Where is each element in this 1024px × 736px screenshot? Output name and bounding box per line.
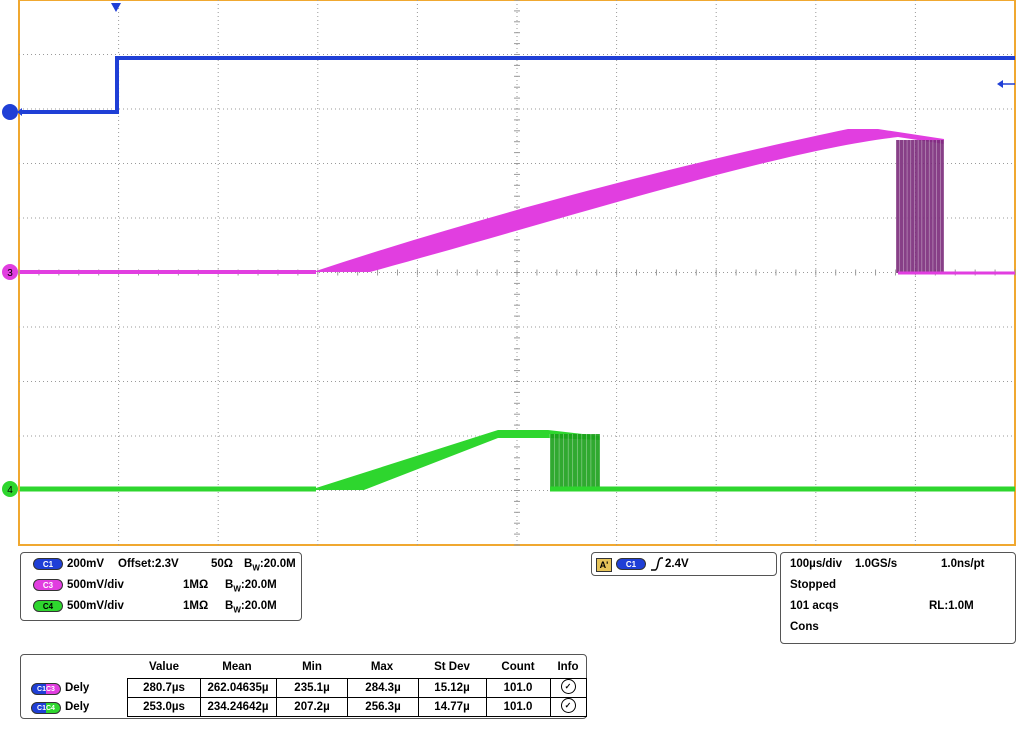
row2-name: Dely bbox=[65, 701, 90, 713]
col-mean-header: Mean bbox=[222, 661, 252, 673]
c1-badge[interactable]: C1 bbox=[33, 558, 63, 570]
trigger-level: 2.4V bbox=[665, 558, 689, 570]
row2-source-badge: C1C4 bbox=[31, 702, 61, 714]
c1-scale: 200mV bbox=[67, 558, 105, 570]
acquisition-mode: Cons bbox=[790, 621, 819, 633]
row1-min: 235.1µ bbox=[294, 682, 330, 694]
row1-max: 284.3µ bbox=[365, 682, 401, 694]
row2-value: 253.0µs bbox=[143, 701, 185, 713]
table-divider bbox=[127, 678, 587, 679]
table-divider bbox=[550, 678, 551, 717]
row1-value: 280.7µs bbox=[143, 682, 185, 694]
c4-impedance: 1MΩ bbox=[183, 600, 209, 612]
measurements-panel: Value Mean Min Max St Dev Count Info C1C… bbox=[20, 654, 587, 719]
c3-bandwidth: BW:20.0M bbox=[225, 579, 277, 594]
row2-max: 256.3µ bbox=[365, 701, 401, 713]
col-min-header: Min bbox=[302, 661, 322, 673]
col-max-header: Max bbox=[370, 661, 394, 673]
ch3-ground-marker[interactable]: 3 bbox=[2, 264, 18, 280]
row2-info[interactable]: ✓ bbox=[550, 698, 586, 713]
acquisition-count: 101 acqs bbox=[790, 600, 839, 612]
table-divider bbox=[127, 678, 128, 717]
row1-stdev: 15.12µ bbox=[434, 682, 470, 694]
table-divider bbox=[418, 678, 419, 717]
svg-text:3: 3 bbox=[7, 268, 13, 279]
sample-rate: 1.0GS/s bbox=[855, 558, 898, 570]
row1-name: Dely bbox=[65, 682, 90, 694]
table-divider bbox=[127, 697, 587, 698]
row2-stdev: 14.77µ bbox=[434, 701, 470, 713]
table-divider bbox=[200, 678, 201, 717]
c1-bandwidth: BW:20.0M bbox=[244, 558, 296, 573]
row2-min: 207.2µ bbox=[294, 701, 330, 713]
info-icon[interactable]: ✓ bbox=[560, 679, 576, 694]
timebase-panel[interactable]: 100µs/div 1.0GS/s 1.0ns/pt Stopped 101 a… bbox=[780, 552, 1016, 644]
trigger-source-badge[interactable]: C1 bbox=[616, 558, 646, 570]
ch4-ground-marker[interactable]: 4 bbox=[2, 481, 18, 497]
table-divider bbox=[486, 678, 487, 717]
svg-text:4: 4 bbox=[7, 485, 13, 496]
col-value-header: Value bbox=[148, 661, 180, 673]
c4-scale: 500mV/div bbox=[67, 600, 124, 612]
c1-impedance: 50Ω bbox=[211, 558, 234, 570]
point-resolution: 1.0ns/pt bbox=[941, 558, 985, 570]
row1-info[interactable]: ✓ bbox=[550, 679, 586, 694]
c3-badge[interactable]: C3 bbox=[33, 579, 63, 591]
waveform-display[interactable]: 3 4 bbox=[0, 0, 1024, 548]
col-info-header: Info bbox=[557, 661, 579, 673]
col-stdev-header: St Dev bbox=[434, 661, 470, 673]
trigger-panel[interactable]: A' C1 2.4V bbox=[591, 552, 777, 576]
table-divider bbox=[276, 678, 277, 717]
info-icon[interactable]: ✓ bbox=[560, 698, 576, 713]
col-count-header: Count bbox=[501, 661, 535, 673]
c3-impedance: 1MΩ bbox=[183, 579, 209, 591]
time-per-div: 100µs/div bbox=[790, 558, 843, 570]
table-divider bbox=[586, 678, 587, 717]
acquisition-state: Stopped bbox=[790, 579, 836, 591]
row1-count: 101.0 bbox=[503, 682, 533, 694]
row1-source-badge: C1C3 bbox=[31, 683, 61, 695]
row2-count: 101.0 bbox=[503, 701, 533, 713]
trigger-type-badge: A' bbox=[596, 558, 612, 572]
table-divider bbox=[347, 678, 348, 717]
table-divider bbox=[127, 716, 587, 717]
c3-scale: 500mV/div bbox=[67, 579, 124, 591]
rising-edge-icon bbox=[651, 557, 663, 571]
channel-settings-panel: C1 200mV Offset:2.3V 50Ω BW:20.0M C3 500… bbox=[20, 552, 302, 621]
c4-badge[interactable]: C4 bbox=[33, 600, 63, 612]
c4-bandwidth: BW:20.0M bbox=[225, 600, 277, 615]
row1-mean: 262.04635µ bbox=[207, 682, 269, 694]
record-length: RL:1.0M bbox=[929, 600, 974, 612]
row2-mean: 234.24642µ bbox=[207, 701, 269, 713]
c1-offset: Offset:2.3V bbox=[118, 558, 179, 570]
